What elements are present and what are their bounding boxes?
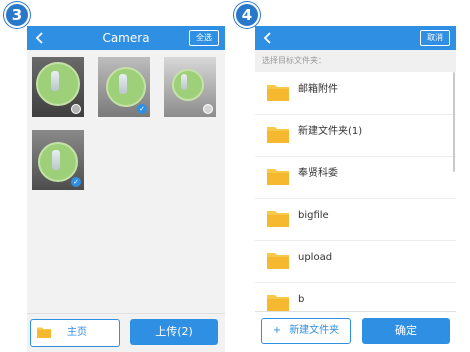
folder-name: 新建文件夹(1): [298, 126, 363, 137]
folder-row[interactable]: 奉贤科委: [255, 156, 456, 199]
photo-thumbnail-2[interactable]: ✓: [98, 57, 150, 117]
folder-icon: [267, 253, 289, 269]
back-chevron-icon[interactable]: [261, 31, 275, 45]
folder-name: 奉贤科委: [298, 168, 338, 179]
select-all-button[interactable]: 全选: [189, 30, 219, 46]
camera-screen: Camera 全选 ✓ ✓ 主页 上传(2): [27, 26, 225, 352]
target-folder-label: 选择目标文件夹：: [255, 50, 456, 72]
photo-thumbnail-3[interactable]: [164, 57, 216, 117]
home-button[interactable]: 主页: [30, 319, 120, 347]
folder-name: 邮箱附件: [298, 84, 338, 95]
folder-icon: [267, 127, 289, 143]
new-folder-label: 新建文件夹: [289, 325, 340, 336]
scrollbar[interactable]: [453, 72, 455, 172]
folder-icon: [37, 327, 51, 338]
checkmark-icon[interactable]: ✓: [137, 104, 147, 114]
folder-icon: [267, 295, 289, 311]
confirm-button[interactable]: 确定: [362, 318, 450, 344]
checkmark-icon[interactable]: ✓: [71, 177, 81, 187]
camera-appbar: Camera 全选: [27, 26, 225, 50]
step-badge-4: 4: [234, 2, 260, 28]
photo-thumbnail-1[interactable]: [32, 57, 84, 117]
home-button-label: 主页: [67, 327, 87, 338]
folder-name: bigfile: [298, 210, 329, 221]
folder-screen: 取消 选择目标文件夹： 邮箱附件 新建文件夹(1) 奉贤科委 bigfile u…: [255, 26, 456, 352]
folder-appbar: 取消: [255, 26, 456, 50]
folder-icon: [267, 211, 289, 227]
plus-icon: +: [272, 325, 282, 336]
photo-thumbnail-4[interactable]: ✓: [32, 130, 84, 190]
upload-button[interactable]: 上传(2): [130, 319, 218, 345]
new-folder-button[interactable]: + 新建文件夹: [261, 318, 351, 344]
folder-row[interactable]: bigfile: [255, 198, 456, 241]
unselected-circle-icon[interactable]: [203, 104, 213, 114]
folder-row[interactable]: 新建文件夹(1): [255, 114, 456, 157]
folder-icon: [267, 169, 289, 185]
unselected-circle-icon[interactable]: [71, 104, 81, 114]
folder-row[interactable]: upload: [255, 240, 456, 283]
camera-bottom-bar: 主页 上传(2): [27, 313, 225, 352]
folder-row[interactable]: 邮箱附件: [255, 72, 456, 115]
folder-name: upload: [298, 252, 333, 263]
folder-icon: [267, 85, 289, 101]
cancel-button[interactable]: 取消: [420, 30, 450, 46]
step-badge-3: 3: [4, 2, 30, 28]
folder-bottom-bar: + 新建文件夹 确定: [255, 311, 456, 352]
